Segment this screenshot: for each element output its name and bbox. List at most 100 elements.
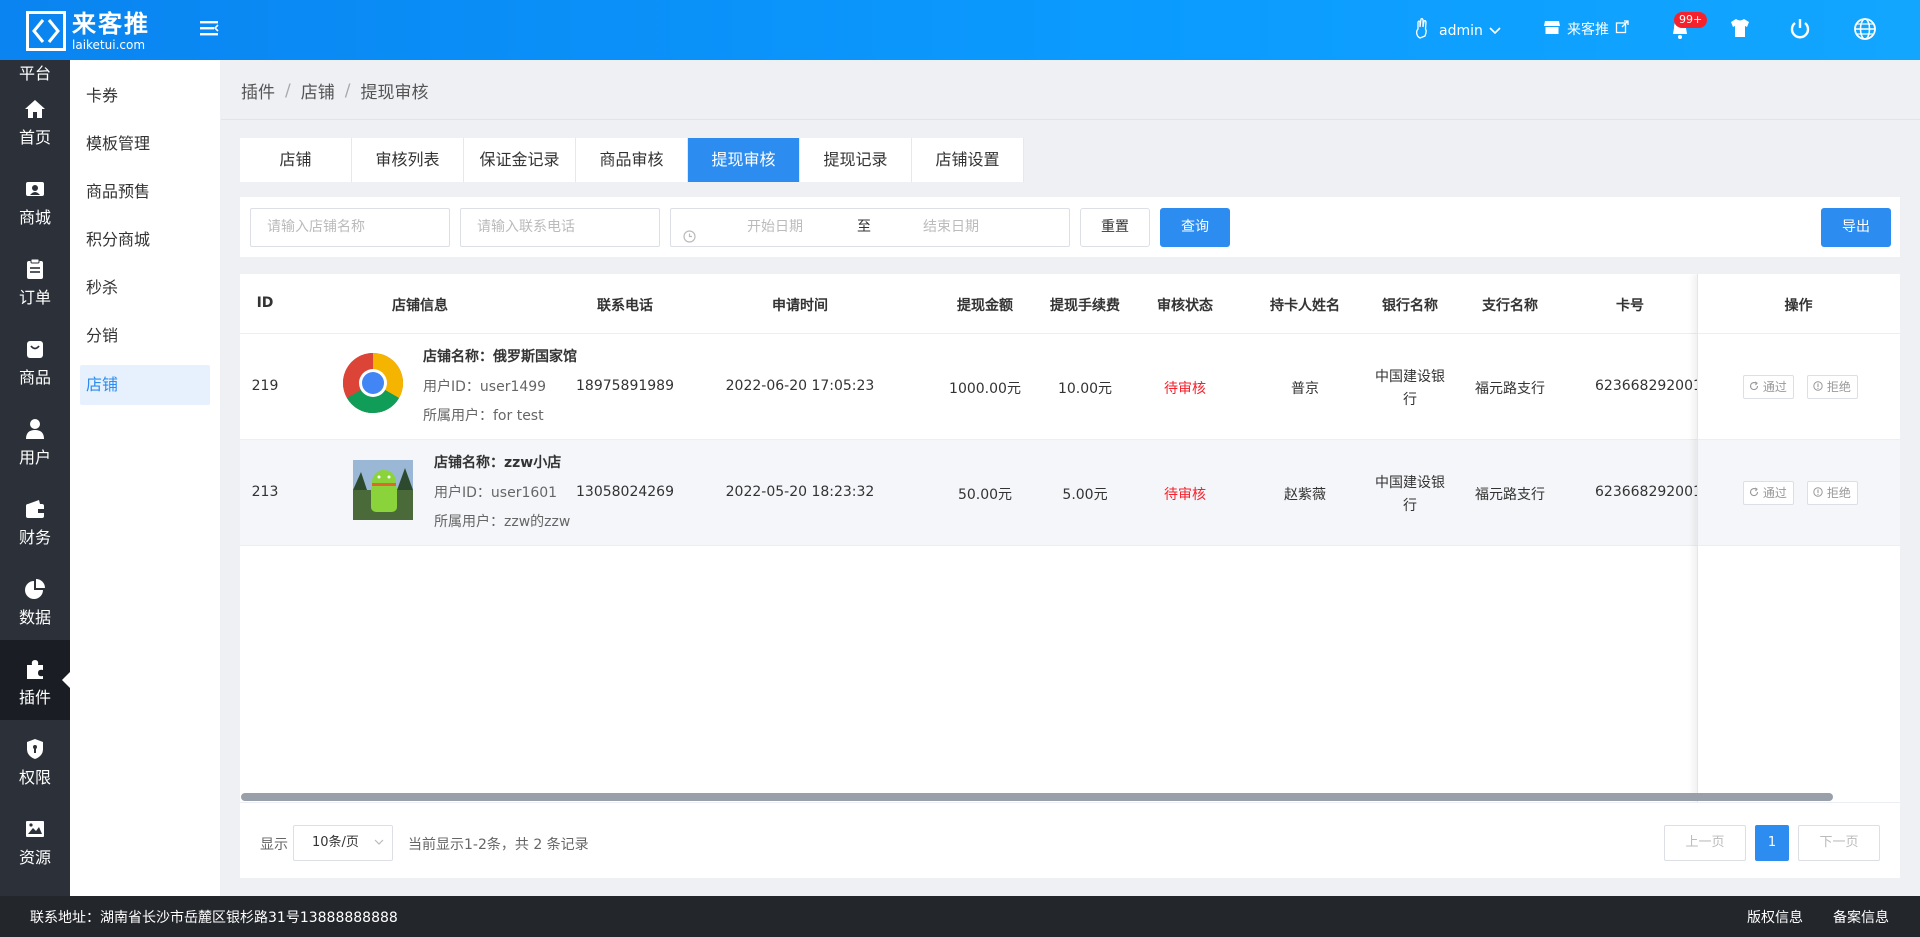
status-badge: 待审核 xyxy=(1164,487,1206,503)
nav-item-products[interactable]: 商品 xyxy=(0,320,70,400)
subnav-item-flash-sale[interactable]: 秒杀 xyxy=(80,268,210,308)
bag-icon xyxy=(24,338,46,360)
menu-toggle-icon[interactable] xyxy=(198,17,220,39)
breadcrumb-item[interactable]: 店铺 xyxy=(301,78,335,103)
store-name-input[interactable]: 请输入店铺名称 xyxy=(250,208,450,247)
shop-user-id: 用户ID：user1601 xyxy=(434,485,558,501)
nav-label: 资源 xyxy=(18,848,51,867)
nav-item-permissions[interactable]: 权限 xyxy=(0,720,70,800)
date-range-picker[interactable]: 开始日期 至 结束日期 xyxy=(670,208,1070,247)
reset-button[interactable]: 重置 xyxy=(1080,208,1150,247)
cell-fee: 10.00元 xyxy=(1057,381,1113,397)
subnav-item-templates[interactable]: 模板管理 xyxy=(80,124,210,164)
nav-label: 用户 xyxy=(18,448,51,467)
shirt-icon xyxy=(1729,18,1751,42)
pie-chart-icon xyxy=(24,578,46,600)
cell-card: 62366829200116 xyxy=(1595,484,1697,500)
cell-apply-time: 2022-06-20 17:05:23 xyxy=(725,378,875,394)
nav-label: 订单 xyxy=(18,288,51,307)
breadcrumb-separator: / xyxy=(285,80,291,101)
table-row: 219 店铺名称：俄罗斯国家馆 用户ID：user1499 所属用户：for t… xyxy=(240,334,1900,440)
page-size-select[interactable]: 10条/页 xyxy=(293,825,393,861)
user-menu[interactable]: admin xyxy=(1413,18,1501,44)
subnav-item-points-mall[interactable]: 积分商城 xyxy=(80,220,210,260)
subnav-item-coupons[interactable]: 卡券 xyxy=(80,76,210,116)
image-icon xyxy=(24,818,46,840)
cell-card: 62366829200116 xyxy=(1595,378,1697,394)
cell-branch: 福元路支行 xyxy=(1475,487,1545,503)
tab-product-review[interactable]: 商品审核 xyxy=(576,138,688,182)
logo-domain: laiketui.com xyxy=(72,37,146,52)
notification-badge: 99+ xyxy=(1674,12,1708,28)
phone-input[interactable]: 请输入联系电话 xyxy=(460,208,660,247)
tab-withdrawal-review[interactable]: 提现审核 xyxy=(688,138,800,182)
store-link[interactable]: 来客推 xyxy=(1543,18,1629,40)
footer: 联系地址：湖南省长沙市岳麓区银杉路31号13888888888 版权信息 备案信… xyxy=(0,896,1920,937)
home-icon xyxy=(24,98,46,120)
user-hand-icon xyxy=(1413,18,1431,44)
shop-name: 店铺名称：zzw小店 xyxy=(434,455,562,471)
logo-title: 来客推 xyxy=(72,9,150,38)
tab-review-list[interactable]: 审核列表 xyxy=(352,138,464,182)
column-header: 联系电话 xyxy=(597,298,653,314)
export-button[interactable]: 导出 xyxy=(1821,208,1891,247)
tab-store[interactable]: 店铺 xyxy=(240,138,352,182)
column-header: 审核状态 xyxy=(1157,298,1213,314)
column-header: 支行名称 xyxy=(1482,298,1538,314)
date-range-separator: 至 xyxy=(857,219,871,235)
column-header: 提现手续费 xyxy=(1050,298,1120,314)
external-link-icon xyxy=(1615,20,1629,38)
table-row: 213 店铺名称：zzw小店 用户ID：user1601 所属用户：zzw的zz… xyxy=(240,440,1900,546)
breadcrumb-separator: / xyxy=(344,80,351,101)
power-icon xyxy=(1789,18,1811,44)
next-page-button[interactable]: 下一页 xyxy=(1798,825,1880,861)
prev-page-button[interactable]: 上一页 xyxy=(1664,825,1746,861)
icp-link[interactable]: 备案信息 xyxy=(1833,907,1889,927)
pagination: 显示 10条/页 当前显示1-2条，共 2 条记录 上一页 1 下一页 xyxy=(240,802,1900,878)
cell-id: 213 xyxy=(251,484,279,500)
shop-name: 店铺名称：俄罗斯国家馆 xyxy=(423,349,577,365)
column-header: 提现金额 xyxy=(957,298,1013,314)
logo[interactable]: 来客推 laiketui.com xyxy=(26,8,150,54)
start-date-input[interactable]: 开始日期 xyxy=(747,209,803,246)
subnav-item-presale[interactable]: 商品预售 xyxy=(80,172,210,212)
chevron-down-icon xyxy=(374,827,384,861)
nav-label: 数据 xyxy=(18,608,51,627)
subnav-item-store[interactable]: 店铺 xyxy=(80,365,210,405)
end-date-input[interactable]: 结束日期 xyxy=(923,209,979,246)
cell-holder: 赵紫薇 xyxy=(1284,487,1326,503)
nav-item-mall[interactable]: 商城 xyxy=(0,160,70,240)
column-header: 银行名称 xyxy=(1382,298,1438,314)
user-icon xyxy=(24,418,46,440)
nav-item-users[interactable]: 用户 xyxy=(0,400,70,480)
nav-label: 财务 xyxy=(18,528,51,547)
clock-icon xyxy=(683,221,696,258)
nav-item-data[interactable]: 数据 xyxy=(0,560,70,640)
nav-label: 首页 xyxy=(18,128,51,147)
nav-item-orders[interactable]: 订单 xyxy=(0,240,70,320)
breadcrumb-item[interactable]: 插件 xyxy=(241,78,275,103)
shop-user-id: 用户ID：user1499 xyxy=(423,379,547,395)
nav-item-finance[interactable]: 财务 xyxy=(0,480,70,560)
tab-withdrawal-records[interactable]: 提现记录 xyxy=(800,138,912,182)
nav-label: 商品 xyxy=(18,368,51,387)
theme-button[interactable] xyxy=(1729,18,1751,42)
nav-item-home[interactable]: 首页 xyxy=(0,80,70,160)
cell-branch: 福元路支行 xyxy=(1475,381,1545,397)
tab-deposit-records[interactable]: 保证金记录 xyxy=(464,138,576,182)
nav-item-resources[interactable]: 资源 xyxy=(0,800,70,880)
nav-item-plugins[interactable]: 插件 xyxy=(0,640,70,720)
language-button[interactable] xyxy=(1853,17,1877,45)
nav-label: 商城 xyxy=(18,208,51,227)
cell-amount: 1000.00元 xyxy=(949,381,1021,397)
cell-id: 219 xyxy=(251,378,279,394)
record-summary: 当前显示1-2条，共 2 条记录 xyxy=(408,837,589,853)
cell-phone: 18975891989 xyxy=(576,378,674,394)
copyright-link[interactable]: 版权信息 xyxy=(1747,907,1803,927)
subnav-item-distribution[interactable]: 分销 xyxy=(80,316,210,356)
logout-button[interactable] xyxy=(1789,18,1811,44)
query-button[interactable]: 查询 xyxy=(1160,208,1230,247)
page-number-button[interactable]: 1 xyxy=(1755,825,1789,861)
tab-store-settings[interactable]: 店铺设置 xyxy=(912,138,1024,182)
horizontal-scrollbar[interactable] xyxy=(241,793,1833,801)
